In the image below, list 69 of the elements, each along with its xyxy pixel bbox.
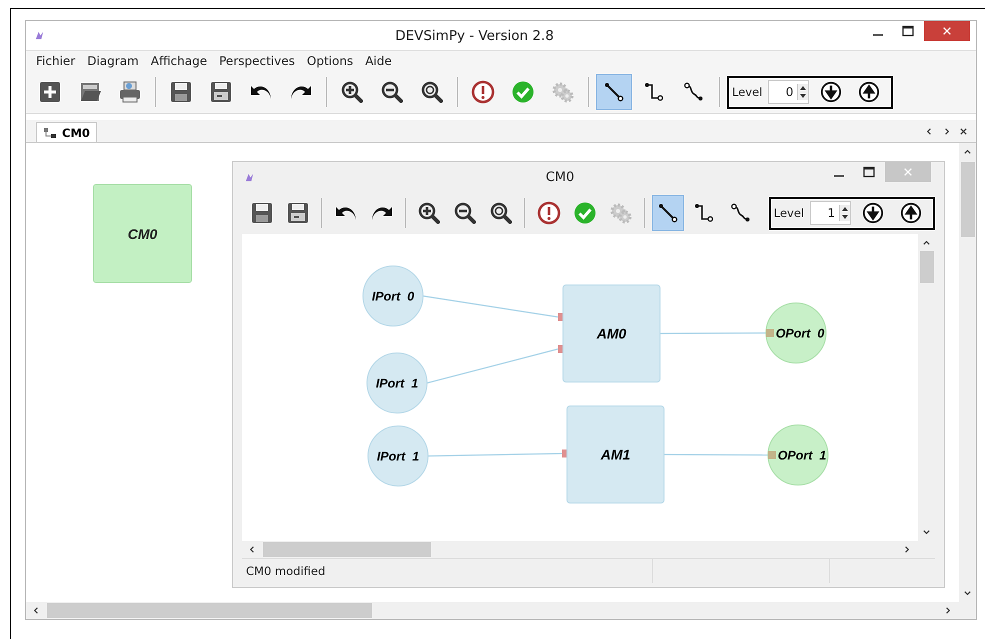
zoom-in-icon [416, 201, 441, 225]
tab-left-icon[interactable] [925, 126, 934, 136]
zoom-out-icon [380, 80, 404, 104]
menu-item[interactable]: Diagram [81, 54, 145, 68]
document-tab[interactable]: CM0 [36, 122, 97, 142]
menu-item[interactable]: Aide [359, 54, 398, 68]
level-label: Level [774, 206, 804, 220]
output-port-node[interactable]: OPort 0 [766, 302, 826, 364]
atomic-model-block[interactable]: AM0 [562, 284, 660, 382]
diagram-icon [43, 126, 57, 138]
toolbar-button[interactable] [596, 74, 632, 110]
scroll-down-icon[interactable] [963, 589, 972, 598]
maximize-icon [863, 166, 875, 178]
toolbar-button[interactable] [652, 195, 684, 231]
scrollbar-thumb[interactable] [263, 542, 431, 557]
tab-right-icon[interactable] [942, 126, 951, 136]
scroll-right-icon[interactable] [943, 606, 952, 615]
status-text: CM0 modified [242, 559, 653, 583]
exclamation-icon [536, 201, 561, 225]
exclamation-icon [471, 80, 495, 104]
gears-icon [608, 201, 633, 225]
maximize-icon [902, 25, 914, 37]
input-port-node[interactable]: IPort 0 [362, 266, 424, 326]
menu-item[interactable]: Affichage [144, 54, 214, 68]
menu-item[interactable]: Options [300, 54, 360, 68]
scrollbar-thumb[interactable] [920, 251, 934, 283]
gears-icon [551, 80, 575, 104]
input-port-node[interactable]: IPort 1 [366, 352, 428, 414]
close-icon [903, 167, 913, 177]
scroll-up-icon[interactable] [922, 238, 931, 247]
app-icon [244, 172, 255, 182]
close-tab-icon[interactable] [959, 126, 968, 136]
scroll-left-icon[interactable] [248, 545, 257, 554]
folder-icon [78, 80, 102, 104]
straight-connector-icon [656, 201, 680, 225]
menu-item[interactable]: Fichier [30, 54, 82, 68]
coupled-model-block[interactable]: CM0 [93, 184, 192, 283]
zoom-in-icon [340, 80, 364, 104]
scrollbar-thumb[interactable] [960, 162, 974, 237]
close-button[interactable] [924, 21, 970, 41]
checkmark-icon [572, 201, 597, 225]
printer-icon [118, 80, 142, 104]
atomic-model-block[interactable]: AM1 [566, 406, 664, 504]
straight-connector-icon [602, 80, 626, 104]
minimize-icon [872, 34, 884, 36]
scrollbar-thumb[interactable] [47, 603, 372, 618]
scroll-right-icon[interactable] [902, 545, 911, 554]
menu-item[interactable]: Perspectives [213, 54, 301, 68]
level-spinner[interactable]: 0 [768, 80, 810, 104]
window-title: DEVSimPy - Version 2.8 [394, 28, 555, 44]
scroll-left-icon[interactable] [32, 606, 41, 615]
scroll-down-icon[interactable] [922, 528, 931, 537]
level-spinner[interactable]: 1 [810, 201, 852, 225]
input-port-node[interactable]: IPort 1 [368, 426, 428, 486]
window-title: CM0 [544, 170, 576, 184]
elbow-connector-icon [642, 80, 666, 104]
scroll-up-icon[interactable] [963, 147, 972, 156]
output-port-node[interactable]: OPort 1 [768, 424, 828, 486]
zoom-reset-icon [420, 80, 444, 104]
close-icon [942, 26, 952, 36]
app-icon [34, 30, 45, 41]
vertical-scrollbar[interactable] [959, 143, 976, 602]
level-label: Level [732, 85, 762, 99]
horizontal-scrollbar[interactable] [26, 602, 976, 619]
zoom-out-icon [453, 201, 478, 225]
zoom-reset-icon [489, 201, 514, 225]
minimize-icon [833, 175, 845, 177]
plus-icon [38, 80, 62, 104]
checkmark-icon [511, 80, 535, 104]
